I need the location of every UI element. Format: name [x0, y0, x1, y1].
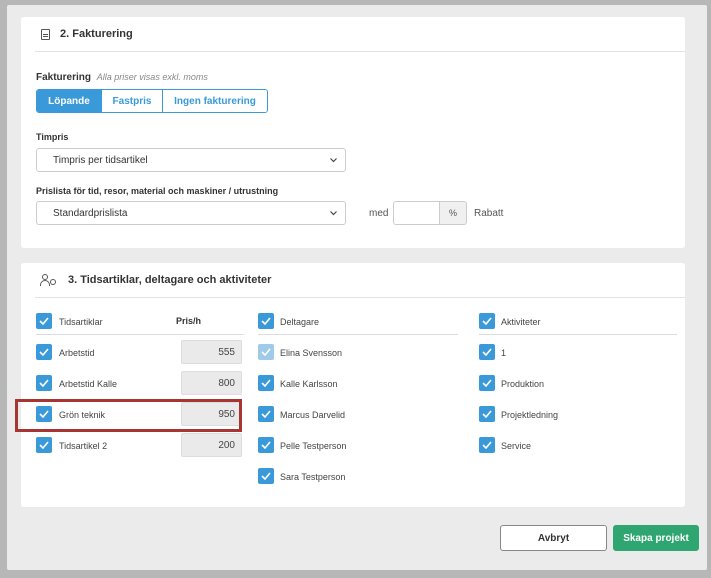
- activity-checkbox[interactable]: [479, 437, 495, 453]
- activities-divider: [479, 334, 677, 335]
- participant-checkbox[interactable]: [258, 375, 274, 391]
- discount-label: Rabatt: [474, 208, 504, 219]
- activity-checkbox[interactable]: [479, 375, 495, 391]
- participant-label: Sara Testperson: [280, 472, 346, 482]
- create-project-button[interactable]: Skapa projekt: [613, 525, 699, 551]
- billing-option-ingen[interactable]: Ingen fakturering: [163, 90, 267, 112]
- articles-section-header: 3. Tidsartiklar, deltagare och aktivitet…: [35, 263, 685, 298]
- billing-section-title: 2. Fakturering: [60, 28, 133, 40]
- document-icon: [41, 28, 50, 40]
- chevron-down-icon: [330, 211, 337, 216]
- hourly-select-value: Timpris per tidsartikel: [53, 154, 148, 166]
- pricelist-label: Prislista för tid, resor, material och m…: [36, 186, 279, 196]
- cancel-button[interactable]: Avbryt: [500, 525, 607, 551]
- time-article-price-input[interactable]: 800: [181, 371, 242, 395]
- time-articles-select-all-checkbox[interactable]: [36, 313, 52, 329]
- activity-label: Projektledning: [501, 410, 559, 420]
- participant-checkbox[interactable]: [258, 437, 274, 453]
- percent-unit: %: [439, 201, 467, 225]
- participant-label: Marcus Darvelid: [280, 410, 346, 420]
- activities-header: Aktiviteter: [501, 317, 541, 327]
- billing-note: Alla priser visas exkl. moms: [96, 72, 208, 82]
- time-articles-header: Tidsartiklar: [59, 317, 103, 327]
- articles-section: 3. Tidsartiklar, deltagare och aktivitet…: [21, 263, 685, 507]
- billing-option-lopande[interactable]: Löpande: [37, 90, 102, 112]
- discount-input[interactable]: [393, 201, 439, 225]
- time-article-price-input[interactable]: 200: [181, 433, 242, 457]
- price-header: Pris/h: [176, 316, 202, 326]
- participants-select-all-checkbox[interactable]: [258, 313, 274, 329]
- activity-label: Service: [501, 441, 532, 451]
- highlight-annotation-box: [15, 399, 242, 432]
- pricelist-select-value: Standardprislista: [53, 207, 128, 219]
- activities-select-all-checkbox[interactable]: [479, 313, 495, 329]
- activity-label: 1: [501, 348, 507, 358]
- with-text: med: [369, 208, 389, 219]
- participants-icon: [40, 274, 58, 286]
- billing-label-row: Fakturering Alla priser visas exkl. moms: [36, 72, 208, 83]
- participants-divider: [258, 334, 458, 335]
- time-article-checkbox[interactable]: [36, 437, 52, 453]
- time-article-checkbox[interactable]: [36, 375, 52, 391]
- time-article-price-input[interactable]: 555: [181, 340, 242, 364]
- participant-checkbox[interactable]: [258, 468, 274, 484]
- activity-label: Produktion: [501, 379, 545, 389]
- billing-section-header: 2. Fakturering: [35, 17, 685, 52]
- pricelist-select[interactable]: Standardprislista: [36, 201, 346, 225]
- time-article-label: Tidsartikel 2: [59, 441, 108, 451]
- articles-section-title: 3. Tidsartiklar, deltagare och aktivitet…: [68, 274, 272, 286]
- participant-label: Kalle Karlsson: [280, 379, 338, 389]
- participants-header: Deltagare: [280, 317, 320, 327]
- chevron-down-icon: [330, 158, 337, 163]
- participant-checkbox-disabled: [258, 344, 274, 360]
- hourly-label: Timpris: [36, 132, 69, 142]
- participant-label: Elina Svensson: [280, 348, 343, 358]
- time-articles-divider: [36, 334, 244, 335]
- time-article-label: Arbetstid: [59, 348, 95, 358]
- billing-option-fastpris[interactable]: Fastpris: [102, 90, 163, 112]
- time-article-checkbox[interactable]: [36, 344, 52, 360]
- billing-section: 2. Fakturering Fakturering Alla priser v…: [21, 17, 685, 248]
- activity-checkbox[interactable]: [479, 406, 495, 422]
- time-article-label: Arbetstid Kalle: [59, 379, 118, 389]
- participant-checkbox[interactable]: [258, 406, 274, 422]
- create-project-modal: 2. Fakturering Fakturering Alla priser v…: [7, 5, 707, 570]
- billing-type-toggle: Löpande Fastpris Ingen fakturering: [36, 89, 268, 113]
- billing-label: Fakturering: [36, 72, 92, 83]
- activity-checkbox[interactable]: [479, 344, 495, 360]
- participant-label: Pelle Testperson: [280, 441, 347, 451]
- hourly-select[interactable]: Timpris per tidsartikel: [36, 148, 346, 172]
